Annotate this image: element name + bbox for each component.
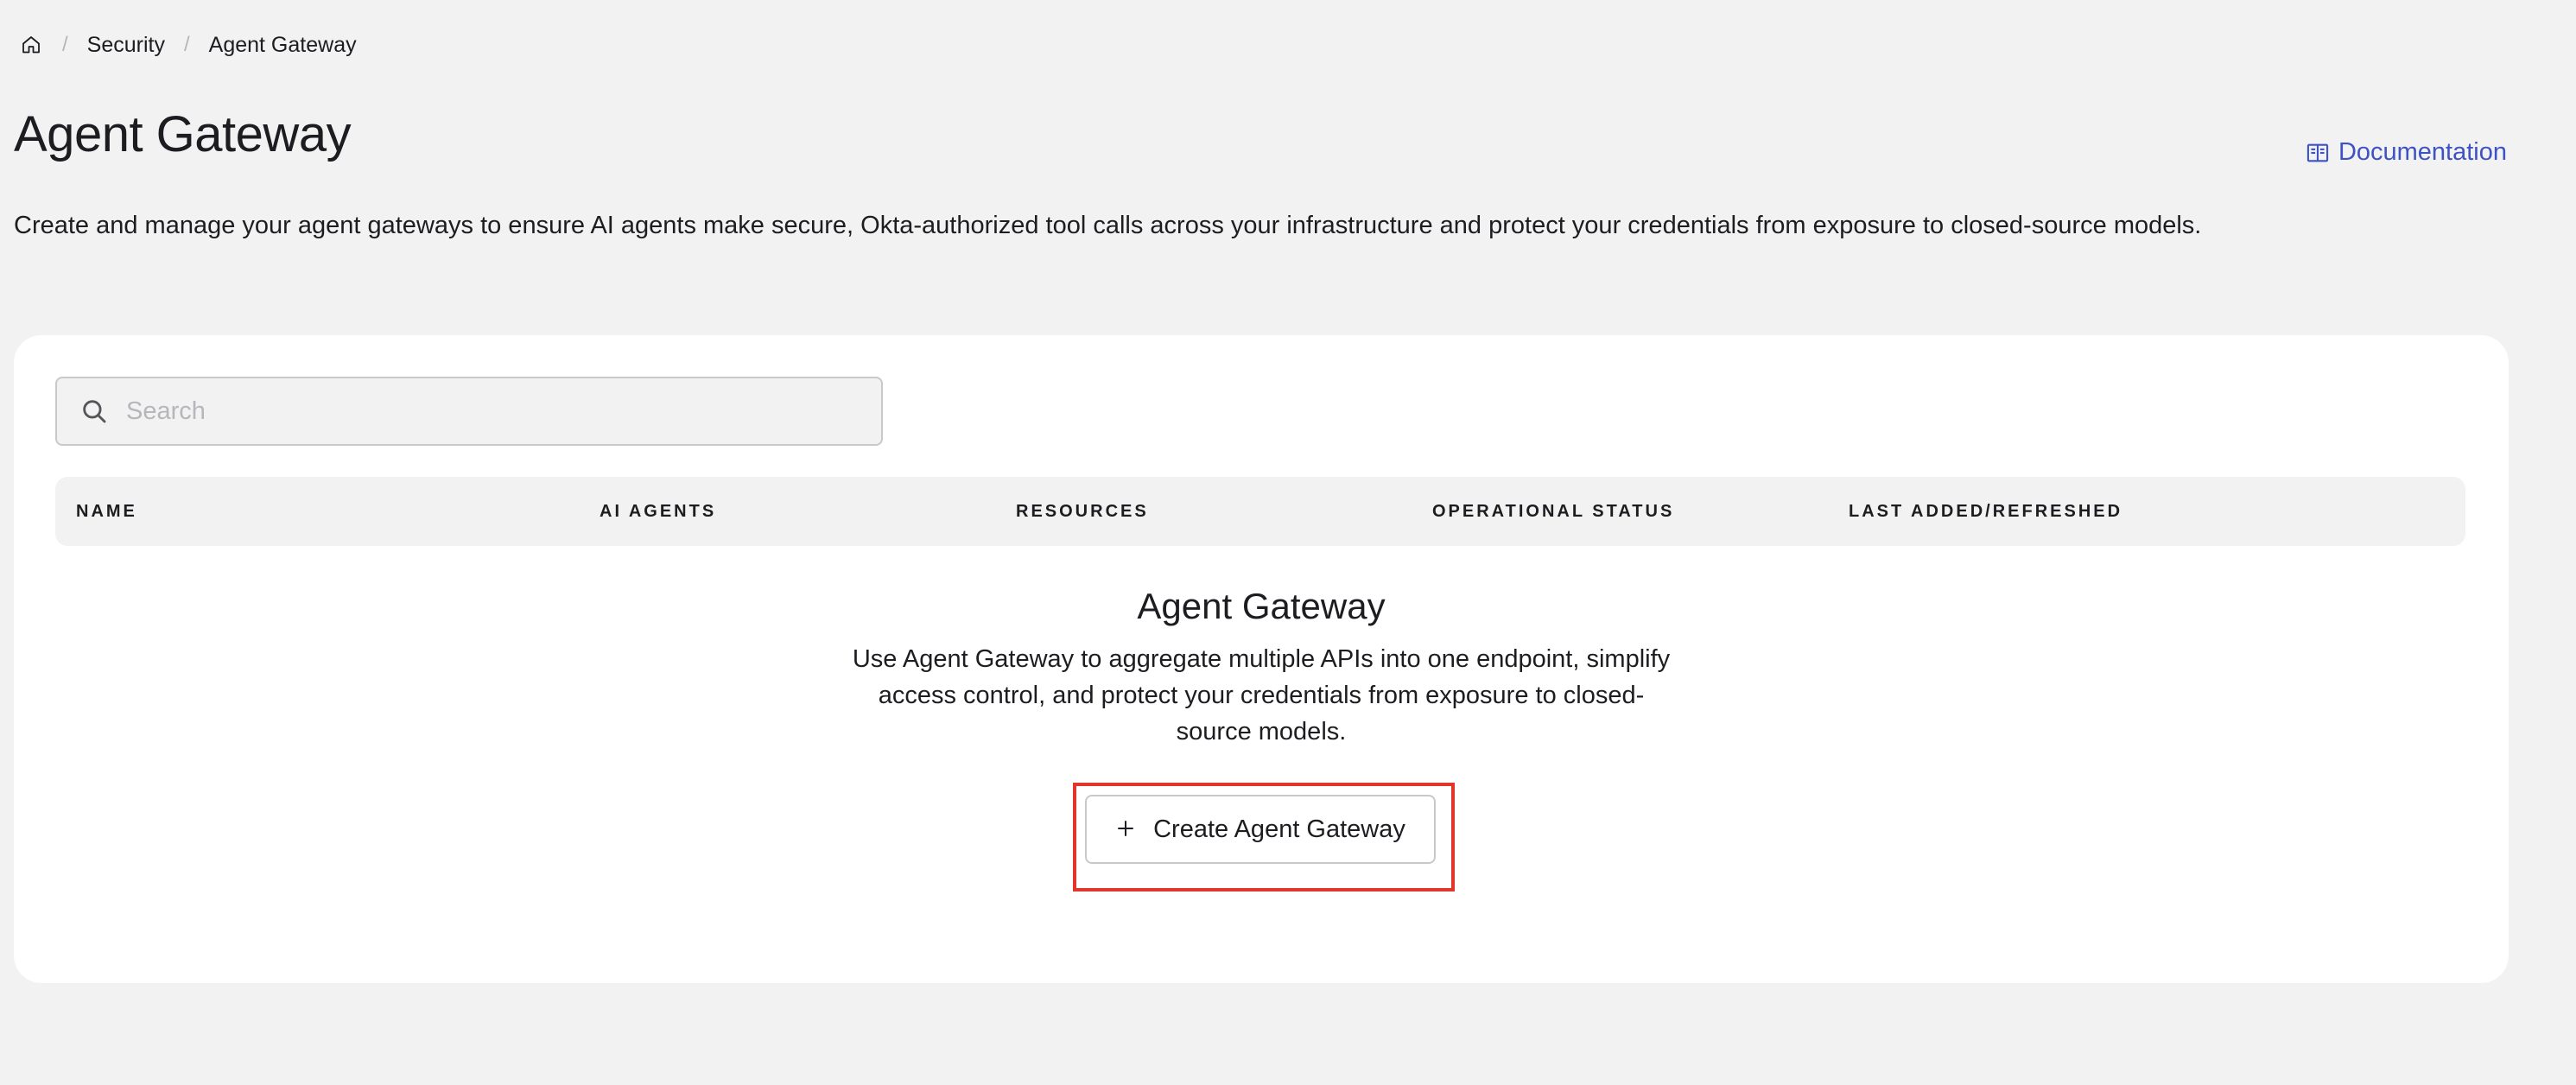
breadcrumb-current: Agent Gateway: [208, 32, 357, 57]
breadcrumb-separator: /: [62, 33, 68, 56]
home-icon[interactable]: [19, 33, 43, 57]
search-input[interactable]: [124, 378, 881, 445]
column-header-resources[interactable]: RESOURCES: [1016, 477, 1149, 546]
breadcrumb: / Security / Agent Gateway: [19, 29, 357, 60]
empty-state-description: Use Agent Gateway to aggregate multiple …: [852, 645, 1671, 746]
column-header-operational-status[interactable]: OPERATIONAL STATUS: [1432, 477, 1674, 546]
documentation-link[interactable]: Documentation: [2306, 138, 2507, 167]
breadcrumb-security[interactable]: Security: [87, 33, 165, 58]
plus-icon: [1115, 815, 1136, 844]
documentation-label: Documentation: [2338, 138, 2507, 166]
column-header-ai-agents[interactable]: AI AGENTS: [600, 477, 716, 546]
breadcrumb-separator: /: [183, 33, 190, 56]
book-icon: [2306, 141, 2330, 165]
create-agent-gateway-button[interactable]: Create Agent Gateway: [1085, 795, 1436, 864]
empty-state-title: Agent Gateway: [1137, 586, 1386, 626]
search-icon: [79, 397, 109, 426]
empty-state: Agent Gateway Use Agent Gateway to aggre…: [14, 584, 2509, 750]
search-box[interactable]: [55, 377, 883, 446]
column-header-last-added-refreshed[interactable]: LAST ADDED/REFRESHED: [1849, 477, 2122, 546]
table-header: NAME AI AGENTS RESOURCES OPERATIONAL STA…: [55, 477, 2465, 546]
create-button-label: Create Agent Gateway: [1153, 815, 1405, 843]
page-title: Agent Gateway: [14, 106, 352, 162]
gateway-card: NAME AI AGENTS RESOURCES OPERATIONAL STA…: [14, 335, 2509, 983]
page-description: Create and manage your agent gateways to…: [14, 212, 2202, 239]
column-header-name[interactable]: NAME: [76, 477, 137, 546]
